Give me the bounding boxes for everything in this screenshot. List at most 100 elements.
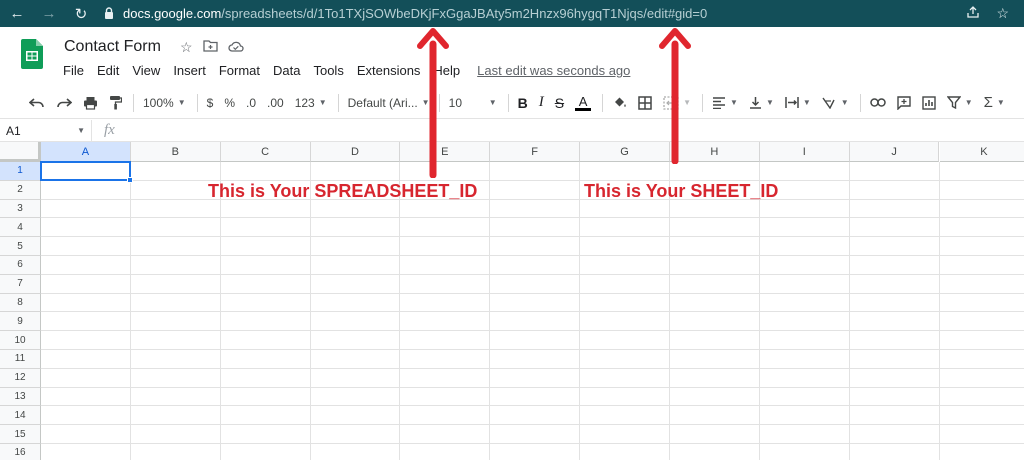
functions-icon[interactable]: Σ ▼ bbox=[984, 91, 1005, 115]
increase-decimal-button[interactable]: .00 bbox=[267, 91, 284, 115]
italic-button[interactable]: I bbox=[539, 91, 544, 115]
caret-down-icon: ▼ bbox=[730, 98, 738, 107]
grid-row-line bbox=[41, 292, 1024, 294]
row-header[interactable]: 2 bbox=[0, 180, 41, 200]
cloud-status-icon[interactable] bbox=[227, 39, 244, 56]
grid-row-line bbox=[41, 179, 1024, 181]
currency-button[interactable]: $ bbox=[207, 91, 214, 115]
row-header[interactable]: 3 bbox=[0, 199, 41, 219]
more-formats-select[interactable]: 123 ▼ bbox=[295, 91, 327, 115]
row-header[interactable]: 7 bbox=[0, 274, 41, 294]
browser-toolbar: ← → ↻ docs.google.com/spreadsheets/d/1To… bbox=[0, 0, 1024, 27]
row-header[interactable]: 1 bbox=[0, 162, 41, 181]
spreadsheet-grid[interactable]: A B C D E F G H I J K 1 2 3 4 5 6 7 8 9 10 11 12 13 14 15 16 bbox=[0, 142, 1024, 460]
fill-handle[interactable] bbox=[126, 176, 133, 183]
share-icon[interactable] bbox=[966, 5, 980, 22]
zoom-value: 100% bbox=[143, 95, 174, 110]
star-icon[interactable]: ☆ bbox=[180, 39, 193, 56]
vertical-align-icon[interactable]: ▼ bbox=[749, 91, 774, 115]
menu-insert[interactable]: Insert bbox=[173, 63, 206, 78]
borders-icon[interactable] bbox=[638, 91, 652, 115]
strikethrough-button[interactable]: S bbox=[555, 91, 564, 115]
font-size-select[interactable]: 10 ▼ bbox=[449, 91, 497, 115]
forward-arrow-icon[interactable]: → bbox=[38, 3, 60, 25]
percent-button[interactable]: % bbox=[224, 91, 235, 115]
column-header[interactable]: F bbox=[490, 142, 581, 162]
cell-reference: A1 bbox=[6, 123, 21, 138]
column-header[interactable]: C bbox=[220, 142, 311, 162]
lock-icon[interactable] bbox=[103, 6, 115, 20]
column-header[interactable]: J bbox=[849, 142, 940, 162]
star-icon[interactable]: ☆ bbox=[996, 5, 1009, 22]
grid-row-line bbox=[41, 198, 1024, 200]
url-text[interactable]: docs.google.com/spreadsheets/d/1To1TXjSO… bbox=[123, 6, 707, 21]
row-header[interactable]: 5 bbox=[0, 237, 41, 256]
row-header[interactable]: 14 bbox=[0, 406, 41, 426]
column-header[interactable]: B bbox=[130, 142, 221, 162]
toolbar-divider bbox=[507, 93, 509, 112]
zoom-select[interactable]: 100% ▼ bbox=[143, 91, 186, 115]
undo-icon[interactable] bbox=[29, 91, 45, 115]
name-box[interactable]: A1 ▼ bbox=[0, 119, 92, 142]
more-formats-label: 123 bbox=[294, 95, 315, 110]
caret-down-icon: ▼ bbox=[318, 98, 327, 107]
insert-link-icon[interactable] bbox=[869, 91, 886, 115]
address-bar[interactable]: docs.google.com/spreadsheets/d/1To1TXjSO… bbox=[95, 1, 1019, 25]
row-header[interactable]: 16 bbox=[0, 444, 41, 460]
formula-input[interactable] bbox=[123, 120, 1024, 142]
text-color-button[interactable]: A bbox=[575, 91, 592, 115]
insert-chart-icon[interactable] bbox=[922, 91, 936, 115]
sheets-logo-icon[interactable] bbox=[21, 39, 43, 71]
paint-format-icon[interactable] bbox=[109, 91, 122, 115]
menu-format[interactable]: Format bbox=[219, 63, 260, 78]
grid-row-line bbox=[41, 311, 1024, 313]
row-header[interactable]: 12 bbox=[0, 368, 41, 388]
row-header[interactable]: 6 bbox=[0, 256, 41, 275]
annotation-spreadsheet-id: This is Your SPREADSHEET_ID bbox=[208, 181, 478, 201]
reload-icon[interactable]: ↻ bbox=[70, 3, 92, 25]
horizontal-align-icon[interactable]: ▼ bbox=[712, 91, 738, 115]
document-title[interactable]: Contact Form bbox=[64, 38, 161, 56]
redo-icon[interactable] bbox=[56, 91, 72, 115]
column-header[interactable]: G bbox=[580, 142, 670, 162]
last-edit-link[interactable]: Last edit was seconds ago bbox=[477, 63, 630, 78]
toolbar-divider bbox=[337, 93, 339, 112]
fill-color-icon[interactable] bbox=[612, 91, 627, 115]
row-header[interactable]: 15 bbox=[0, 425, 41, 444]
font-family-value: Default (Ari... bbox=[347, 95, 418, 110]
back-arrow-icon[interactable]: ← bbox=[6, 3, 28, 25]
menu-extensions[interactable]: Extensions bbox=[357, 63, 421, 78]
row-header[interactable]: 9 bbox=[0, 312, 41, 332]
grid-row-line bbox=[41, 255, 1024, 256]
row-header[interactable]: 11 bbox=[0, 350, 41, 369]
insert-comment-icon[interactable] bbox=[897, 91, 911, 115]
menu-file[interactable]: File bbox=[63, 63, 84, 78]
menu-view[interactable]: View bbox=[132, 63, 160, 78]
decrease-decimal-button[interactable]: .0 bbox=[246, 91, 256, 115]
bold-button[interactable]: B bbox=[518, 91, 528, 115]
filter-icon[interactable]: ▼ bbox=[946, 91, 973, 115]
menu-edit[interactable]: Edit bbox=[97, 63, 119, 78]
select-all-corner[interactable] bbox=[0, 142, 41, 162]
annotation-sheet-id: This is Your SHEET_ID bbox=[584, 181, 779, 201]
row-header[interactable]: 13 bbox=[0, 387, 41, 407]
move-folder-icon[interactable] bbox=[202, 39, 218, 56]
caret-down-icon: ▼ bbox=[964, 98, 973, 107]
grid-row-line bbox=[41, 443, 1024, 444]
selected-cell-a1[interactable] bbox=[40, 161, 131, 181]
row-header[interactable]: 8 bbox=[0, 293, 41, 313]
text-rotation-icon[interactable]: ▼ bbox=[822, 91, 849, 115]
row-header[interactable]: 10 bbox=[0, 331, 41, 350]
caret-down-icon: ▼ bbox=[840, 98, 849, 107]
column-header[interactable]: I bbox=[759, 142, 850, 162]
toolbar-divider bbox=[859, 93, 861, 112]
print-icon[interactable] bbox=[83, 91, 98, 115]
column-header[interactable]: K bbox=[939, 142, 1024, 162]
column-header[interactable]: A bbox=[41, 142, 131, 162]
fx-icon: fx bbox=[104, 122, 115, 138]
column-header[interactable]: D bbox=[310, 142, 401, 162]
text-wrapping-icon[interactable]: ▼ bbox=[785, 91, 811, 115]
menu-data[interactable]: Data bbox=[273, 63, 300, 78]
row-header[interactable]: 4 bbox=[0, 218, 41, 238]
menu-tools[interactable]: Tools bbox=[313, 63, 343, 78]
